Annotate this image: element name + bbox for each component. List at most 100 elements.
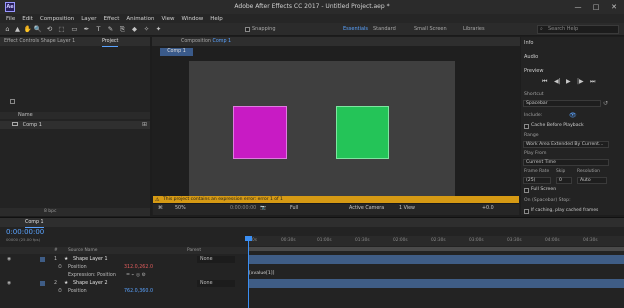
- close-button[interactable]: ✕: [605, 2, 623, 12]
- tab-project[interactable]: Project: [102, 37, 119, 47]
- rotation-tool-icon[interactable]: ⟲: [45, 24, 54, 34]
- shape-layer-2-square[interactable]: [336, 106, 389, 159]
- workspace-libraries[interactable]: Libraries: [463, 25, 485, 34]
- current-time-indicator[interactable]: [248, 236, 249, 308]
- menu-edit[interactable]: Edit: [22, 16, 33, 22]
- parent-dropdown[interactable]: None: [197, 256, 235, 263]
- search-help-input[interactable]: Search Help: [537, 25, 619, 34]
- last-frame-button[interactable]: ⏭: [590, 78, 595, 86]
- shape-layer-1-square[interactable]: [233, 106, 287, 159]
- workspace-small-screen[interactable]: Small Screen: [414, 25, 447, 34]
- playhead-handle[interactable]: [245, 236, 252, 241]
- viewer-timecode[interactable]: 0:00:00:00: [230, 204, 256, 214]
- reset-icon[interactable]: ↺: [603, 100, 608, 107]
- magnification-icon[interactable]: ⌘: [158, 204, 163, 214]
- first-frame-button[interactable]: ⏮: [542, 78, 547, 86]
- bpc-label[interactable]: 8 bpc: [44, 209, 56, 214]
- include-video-icon[interactable]: 👁: [569, 112, 577, 119]
- window-title: Adobe After Effects CC 2017 - Untitled P…: [234, 3, 390, 10]
- type-tool-icon[interactable]: T: [94, 24, 103, 34]
- resolution-dropdown[interactable]: Full: [290, 204, 298, 214]
- menu-effect[interactable]: Effect: [104, 16, 120, 22]
- previous-frame-button[interactable]: ◀|: [554, 78, 561, 85]
- skip-field[interactable]: 0: [556, 177, 572, 184]
- roto-brush-tool-icon[interactable]: ✧: [142, 24, 151, 34]
- position-value[interactable]: 762.0,360.0: [124, 287, 153, 296]
- puppet-tool-icon[interactable]: ✦: [154, 24, 163, 34]
- layer-color-label[interactable]: [40, 257, 45, 262]
- expression-error-bar[interactable]: This project contains an expression erro…: [153, 196, 519, 203]
- cache-before-playback-checkbox[interactable]: [524, 124, 529, 129]
- parent-column-label: Parent: [187, 248, 202, 253]
- zoom-tool-icon[interactable]: 🔍: [33, 24, 42, 34]
- ruler-tick-label: 04:30s: [583, 238, 598, 243]
- audio-panel-tab[interactable]: Audio: [524, 54, 538, 60]
- stopwatch-icon[interactable]: ⏱: [58, 287, 62, 296]
- tab-composition[interactable]: Composition Comp 1: [181, 37, 231, 46]
- clone-stamp-tool-icon[interactable]: ⎘: [118, 24, 127, 34]
- range-dropdown[interactable]: Work Area Extended By Current...: [523, 141, 609, 148]
- ruler-tick-label: 01:30s: [355, 238, 370, 243]
- workspace-standard[interactable]: Standard: [373, 25, 396, 34]
- tab-effect-controls[interactable]: Effect Controls Shape Layer 1: [4, 37, 75, 46]
- ruler-tick-label: 03:30s: [507, 238, 522, 243]
- hand-tool-icon[interactable]: ✋: [23, 24, 32, 34]
- play-from-dropdown[interactable]: Current Time: [523, 159, 609, 166]
- selection-tool-icon[interactable]: ▲: [13, 24, 22, 34]
- menu-view[interactable]: View: [161, 16, 174, 22]
- layer-color-label[interactable]: [40, 281, 45, 286]
- eraser-tool-icon[interactable]: ◆: [130, 24, 139, 34]
- rectangle-tool-icon[interactable]: ▭: [70, 24, 79, 34]
- breadcrumb-comp1[interactable]: Comp 1: [160, 48, 193, 56]
- views-dropdown[interactable]: 1 View: [399, 204, 415, 214]
- include-label: Include:: [524, 113, 543, 118]
- menu-animation[interactable]: Animation: [126, 16, 154, 22]
- work-area-bar[interactable]: [248, 247, 624, 251]
- play-button[interactable]: ▶: [566, 78, 571, 85]
- skip-label: Skip: [556, 169, 566, 174]
- timeline-timecode[interactable]: 0:00:00:00: [6, 228, 44, 236]
- frame-rate-label: Frame Rate: [524, 169, 550, 174]
- layer-1-duration-bar[interactable]: [248, 255, 624, 264]
- if-caching-checkbox[interactable]: [524, 209, 529, 214]
- project-item-comp1[interactable]: Comp 1: [0, 121, 150, 129]
- expression-editor[interactable]: [xvalue[1]]: [249, 271, 274, 276]
- composition-canvas[interactable]: [189, 61, 455, 196]
- menu-composition[interactable]: Composition: [40, 16, 74, 22]
- maximize-button[interactable]: □: [587, 2, 605, 12]
- layer-2-duration-bar[interactable]: [248, 279, 624, 288]
- name-column-label: Name: [18, 112, 33, 118]
- snapshot-icon[interactable]: 📷: [260, 204, 266, 214]
- camera-dropdown[interactable]: Active Camera: [349, 204, 384, 214]
- snapping-checkbox[interactable]: [245, 27, 250, 32]
- brush-tool-icon[interactable]: ✎: [106, 24, 115, 34]
- zoom-dropdown[interactable]: 50%: [175, 204, 186, 214]
- shortcut-dropdown[interactable]: Spacebar: [523, 100, 601, 107]
- camera-tool-icon[interactable]: ⬚: [57, 24, 66, 34]
- project-search-field[interactable]: [10, 99, 15, 104]
- preview-panel-tab[interactable]: Preview: [524, 68, 543, 74]
- frame-rate-dropdown[interactable]: (25): [523, 177, 551, 184]
- home-icon[interactable]: ⌂: [3, 24, 12, 34]
- project-column-header: Name: [0, 112, 150, 119]
- minimize-button[interactable]: —: [569, 2, 587, 12]
- next-frame-button[interactable]: |▶: [577, 78, 584, 85]
- pen-tool-icon[interactable]: ✒: [82, 24, 91, 34]
- menu-layer[interactable]: Layer: [81, 16, 96, 22]
- full-screen-checkbox[interactable]: [524, 188, 529, 193]
- parent-dropdown[interactable]: None: [197, 280, 235, 287]
- workspace-essentials[interactable]: Essentials: [343, 25, 368, 34]
- resolution-label: Resolution: [577, 169, 600, 174]
- exposure-value[interactable]: +0.0: [482, 204, 494, 214]
- info-panel-tab[interactable]: Info: [524, 40, 533, 46]
- flowchart-icon[interactable]: ⊞: [142, 121, 147, 128]
- menu-file[interactable]: File: [6, 16, 15, 22]
- project-footer: [0, 208, 150, 216]
- tab-timeline-comp1[interactable]: Comp 1: [25, 218, 44, 228]
- menu-window[interactable]: Window: [182, 16, 204, 22]
- snapping-label: Snapping: [252, 26, 276, 32]
- menu-bar: File Edit Composition Layer Effect Anima…: [0, 14, 624, 23]
- resolution-dropdown-preview[interactable]: Auto: [577, 177, 607, 184]
- shortcut-label: Shortcut: [524, 92, 544, 97]
- menu-help[interactable]: Help: [210, 16, 223, 22]
